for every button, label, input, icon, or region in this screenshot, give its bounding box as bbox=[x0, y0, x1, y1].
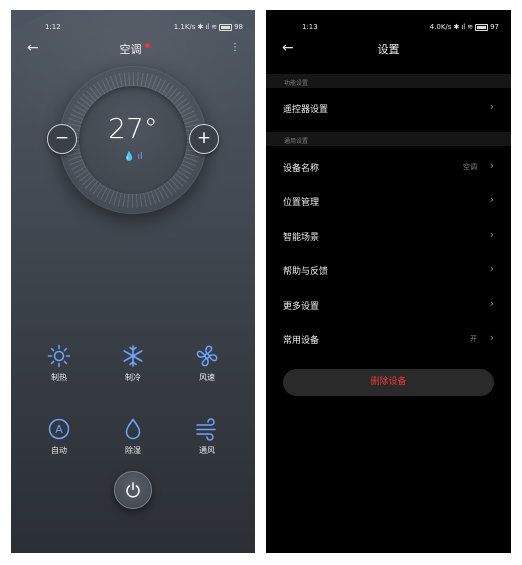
chevron-right-icon: › bbox=[489, 159, 494, 172]
increase-temp-button[interactable]: + bbox=[189, 124, 219, 154]
mode-auto-button[interactable]: A 自动 bbox=[29, 417, 89, 456]
row-label: 智能场景 bbox=[283, 233, 320, 243]
snowflake-icon bbox=[123, 345, 143, 367]
mode-dehumidify-button[interactable]: 除湿 bbox=[103, 417, 163, 456]
sun-icon bbox=[47, 344, 71, 368]
power-button[interactable] bbox=[114, 471, 152, 509]
row-label: 常用设备 bbox=[283, 336, 320, 346]
bluetooth-icon: ✱ bbox=[453, 23, 460, 31]
mode-label: 风速 bbox=[199, 373, 215, 382]
mode-cool-button[interactable]: 制冷 bbox=[103, 344, 163, 383]
fan-icon bbox=[196, 345, 218, 367]
svg-text:A: A bbox=[55, 423, 63, 436]
settings-row-smart-scene[interactable]: 智能场景 › bbox=[266, 223, 511, 249]
settings-row-help[interactable]: 帮助与反馈 › bbox=[266, 257, 511, 283]
row-label: 位置管理 bbox=[283, 198, 320, 208]
battery-icon bbox=[219, 23, 233, 31]
title-bar: ← 空调 ⋮ bbox=[11, 36, 255, 64]
chevron-right-icon: › bbox=[489, 193, 494, 206]
more-options-icon[interactable]: ⋮ bbox=[230, 42, 240, 53]
row-value: 开 bbox=[470, 335, 477, 343]
notification-dot bbox=[144, 43, 150, 48]
settings-screen: 1:13 4.0K/s ✱ ıl ≋ 97 ← 设置 功能设置 遥控器设置 › … bbox=[266, 10, 511, 553]
row-value: 空调 bbox=[463, 163, 477, 171]
status-indicators: 4.0K/s ✱ ıl ≋ 97 bbox=[430, 23, 499, 31]
humidity-signal-icon: 💧 ıl bbox=[123, 152, 143, 162]
power-icon bbox=[126, 482, 140, 498]
settings-row-location[interactable]: 位置管理 › bbox=[266, 188, 511, 214]
bluetooth-icon: ✱ bbox=[197, 23, 204, 31]
temperature-value: 27° bbox=[108, 112, 158, 145]
section-label-function: 功能设置 bbox=[284, 80, 309, 87]
signal-icon: ıl bbox=[461, 23, 466, 31]
mode-label: 制冷 bbox=[125, 373, 141, 382]
row-label: 帮助与反馈 bbox=[283, 267, 329, 277]
dial-center: 27° 💧 ıl bbox=[79, 86, 187, 194]
wind-icon bbox=[196, 418, 216, 441]
chevron-right-icon: › bbox=[489, 100, 494, 113]
network-speed: 4.0K/s bbox=[429, 23, 452, 31]
settings-row-frequent-device[interactable]: 常用设备 开 › bbox=[266, 326, 511, 352]
decrease-temp-button[interactable]: − bbox=[47, 124, 77, 154]
network-speed: 1.1K/s bbox=[173, 23, 196, 31]
mode-fan-speed-button[interactable]: 风速 bbox=[177, 344, 237, 383]
wifi-icon: ≋ bbox=[467, 23, 474, 31]
mode-label: 通风 bbox=[199, 446, 215, 455]
chevron-right-icon: › bbox=[489, 331, 494, 344]
chevron-right-icon: › bbox=[489, 228, 494, 241]
row-label: 设备名称 bbox=[283, 164, 320, 174]
page-title-text: 空调 bbox=[119, 43, 142, 56]
section-label-general: 通用设置 bbox=[284, 138, 309, 145]
page-title: 设置 bbox=[377, 43, 400, 56]
status-time: 1:12 bbox=[45, 23, 61, 31]
ac-control-screen: 1:12 1.1K/s ✱ ıl ≋ 98 ← 空调 ⋮ 27° 💧 ıl − … bbox=[11, 10, 255, 553]
temperature-dial[interactable]: 27° 💧 ıl bbox=[59, 66, 207, 214]
settings-row-device-name[interactable]: 设备名称 空调 › bbox=[266, 154, 511, 180]
wifi-icon: ≋ bbox=[211, 23, 218, 31]
status-bar: 1:12 1.1K/s ✱ ıl ≋ 98 bbox=[11, 18, 255, 32]
row-label: 更多设置 bbox=[283, 302, 320, 312]
droplet-icon bbox=[125, 418, 141, 440]
battery-level: 98 bbox=[234, 23, 243, 31]
status-bar: 1:13 4.0K/s ✱ ıl ≋ 97 bbox=[266, 18, 511, 32]
mode-label: 自动 bbox=[51, 446, 67, 455]
battery-icon bbox=[475, 23, 489, 31]
status-time: 1:13 bbox=[302, 23, 318, 31]
chevron-right-icon: › bbox=[489, 262, 494, 275]
mode-label: 除湿 bbox=[125, 446, 141, 455]
settings-row-more[interactable]: 更多设置 › bbox=[266, 292, 511, 318]
settings-row-remote[interactable]: 遥控器设置 › bbox=[266, 95, 511, 121]
title-bar: ← 设置 bbox=[266, 36, 511, 64]
chevron-right-icon: › bbox=[489, 297, 494, 310]
row-label: 遥控器设置 bbox=[283, 105, 329, 115]
status-indicators: 1.1K/s ✱ ıl ≋ 98 bbox=[174, 23, 243, 31]
mode-ventilate-button[interactable]: 通风 bbox=[177, 417, 237, 456]
battery-level: 97 bbox=[490, 23, 499, 31]
auto-icon: A bbox=[48, 418, 70, 440]
mode-label: 制热 bbox=[51, 373, 67, 382]
mode-heat-button[interactable]: 制热 bbox=[29, 344, 89, 383]
page-title: 空调 bbox=[11, 41, 255, 57]
delete-device-button[interactable]: 删除设备 bbox=[283, 369, 494, 396]
signal-icon: ıl bbox=[205, 23, 210, 31]
